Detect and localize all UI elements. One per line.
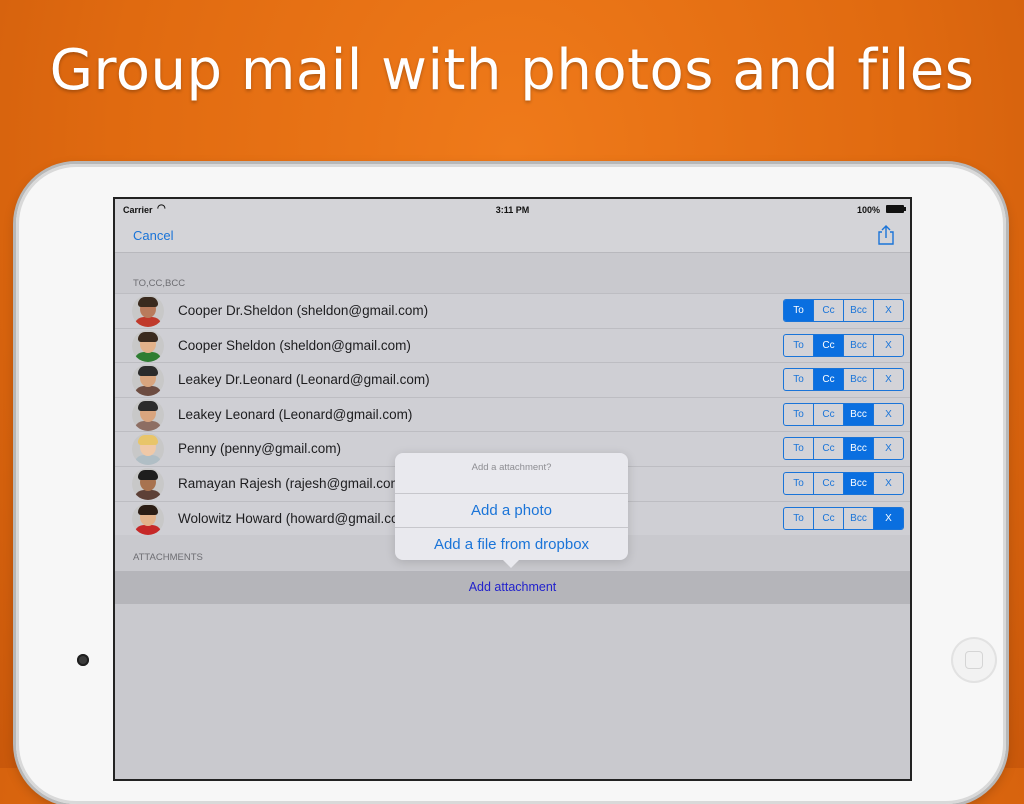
segment-bcc-button[interactable]: Bcc [843,438,873,460]
battery-percent: 100% [856,205,880,215]
avatar [132,364,164,397]
segment-bcc-button[interactable]: Bcc [843,403,873,425]
app-screen: Carrier ◠ 3:11 PM 100% Cancel TO,CC,BCC … [113,197,912,781]
recipients-section-label: TO,CC,BCC [133,278,186,289]
recipient-row: Leakey Dr.Leonard (Leonard@gmail.com) To C… [115,362,910,397]
recipient-name: Wolowitz Howard (howard@gmail.com) [178,510,415,526]
segment-to-button[interactable]: To [784,300,813,321]
segment-to-button[interactable]: To [784,508,813,529]
segment-to-button[interactable]: To [784,438,813,459]
recipient-type-segmented-control: To Cc Bcc X [783,368,904,392]
segment-bcc-button[interactable]: Bcc [843,507,873,529]
segment-x-button[interactable]: X [873,334,903,356]
segment-x-button[interactable]: X [873,300,903,321]
avatar [132,398,164,431]
attachments-section-label: ATTACHMENTS [133,552,203,563]
segment-x-button[interactable]: X [873,403,903,425]
avatar [132,329,164,362]
add-photo-option[interactable]: Add a photo [395,493,628,527]
segment-x-button[interactable]: X [873,507,903,529]
battery-icon [886,205,906,213]
segment-to-button[interactable]: To [784,404,813,425]
attachment-popover: Add a attachment? Add a photo Add a file… [395,453,628,568]
popover-title: Add a attachment? [471,462,552,473]
segment-to-button[interactable]: To [784,335,813,356]
segment-cc-button[interactable]: Cc [813,507,843,529]
avatar [132,467,164,500]
segment-bcc-button[interactable]: Bcc [843,369,873,391]
recipient-name: Ramayan Rajesh (rajesh@gmail.com) [178,475,407,491]
recipient-type-segmented-control: To Cc Bcc X [783,506,904,530]
avatar [132,295,164,327]
segment-to-button[interactable]: To [784,473,813,494]
avatar [132,433,164,466]
status-bar: Carrier ◠ 3:11 PM 100% [115,199,910,219]
segment-cc-button[interactable]: Cc [813,334,843,356]
status-time: 3:11 PM [495,205,530,215]
recipient-row: Cooper Dr.Sheldon (sheldon@gmail.com) To C… [115,293,910,328]
recipient-row: Leakey Leonard (Leonard@gmail.com) To Cc Bc… [115,396,910,432]
recipient-type-segmented-control: To Cc Bcc X [783,402,904,426]
segment-x-button[interactable]: X [873,472,903,494]
segment-cc-button[interactable]: Cc [813,438,843,460]
segment-cc-button[interactable]: Cc [813,369,843,391]
recipient-row: Cooper Sheldon (sheldon@gmail.com) To Cc Bc… [115,327,910,363]
recipient-type-segmented-control: To Cc Bcc X [783,333,904,357]
add-dropbox-file-option[interactable]: Add a file from dropbox [395,527,628,561]
segment-bcc-button[interactable]: Bcc [843,472,873,494]
add-attachment-button[interactable]: Add attachment [115,571,910,604]
cancel-button[interactable]: Cancel [133,228,173,243]
recipient-type-segmented-control: To Cc Bcc X [783,437,904,461]
segment-x-button[interactable]: X [873,438,903,460]
recipient-name: Leakey Leonard (Leonard@gmail.com) [178,406,413,422]
recipient-type-segmented-control: To Cc Bcc X [783,299,904,322]
avatar [132,502,164,535]
headline: Group mail with photos and files [49,38,975,103]
recipient-name: Cooper Sheldon (sheldon@gmail.com) [178,337,411,353]
segment-x-button[interactable]: X [873,369,903,391]
segment-to-button[interactable]: To [784,369,813,390]
home-button[interactable] [951,637,997,683]
popover-arrow [502,559,520,568]
recipient-type-segmented-control: To Cc Bcc X [783,471,904,495]
segment-cc-button[interactable]: Cc [813,300,843,321]
recipient-name: Penny (penny@gmail.com) [178,441,342,457]
segment-bcc-button[interactable]: Bcc [843,334,873,356]
share-icon[interactable] [876,224,896,246]
navigation-bar: Cancel [115,219,910,253]
recipient-name: Leakey Dr.Leonard (Leonard@gmail.com) [178,372,430,388]
segment-bcc-button[interactable]: Bcc [843,300,873,321]
segment-cc-button[interactable]: Cc [813,403,843,425]
recipient-name: Cooper Dr.Sheldon (sheldon@gmail.com) [178,303,429,318]
segment-cc-button[interactable]: Cc [813,472,843,494]
front-camera [77,654,89,666]
